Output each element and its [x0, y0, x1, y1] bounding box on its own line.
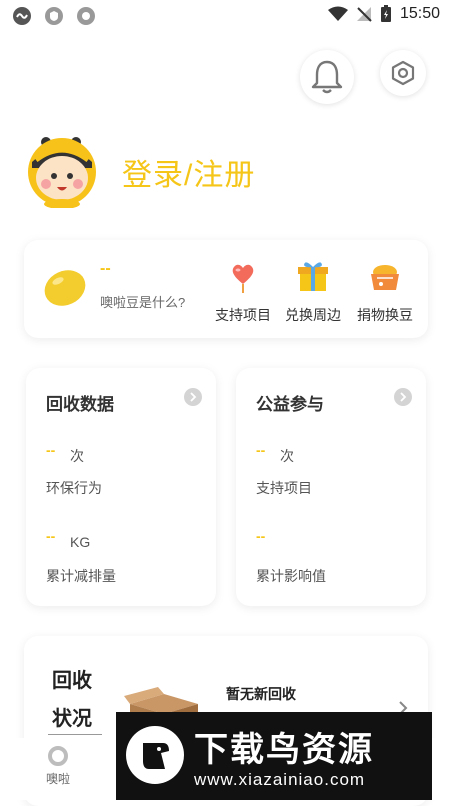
- status-bar-notifications: [12, 6, 96, 26]
- watermark-banner: 下载鸟资源 www.xiazainiao.com: [116, 712, 432, 800]
- notifications-button[interactable]: [300, 50, 354, 104]
- status-bar: 15:50: [0, 0, 450, 32]
- avatar[interactable]: [26, 132, 98, 209]
- recycle-data-detail-button[interactable]: [184, 388, 202, 406]
- recycle-data-card[interactable]: 回收数据 -- 次 环保行为 -- KG 累计减排量: [26, 368, 216, 606]
- donate-for-beans-button[interactable]: 捐物换豆: [352, 258, 418, 325]
- chevron-right-icon: [400, 392, 407, 402]
- watermark-text: 下载鸟资源: [194, 731, 374, 769]
- heart-balloon-icon: [232, 264, 254, 293]
- impact-value: --: [256, 528, 266, 544]
- divider: [48, 734, 102, 735]
- action-label: 兑换周边: [285, 307, 341, 323]
- card-title: 回收数据: [46, 395, 114, 414]
- shield-notification-icon: [44, 6, 64, 26]
- bean-info-link[interactable]: 噢啦豆是什么?: [100, 292, 185, 311]
- login-register-link[interactable]: 登录/注册: [122, 150, 255, 194]
- home-ring-icon: [48, 746, 68, 766]
- action-label: 支持项目: [215, 307, 271, 323]
- hexagon-settings-icon: [391, 60, 415, 86]
- watermark-url: www.xiazainiao.com: [194, 770, 366, 789]
- impact-label: 累计影响值: [256, 568, 326, 584]
- weight-value: --: [46, 528, 56, 544]
- count-value: --: [46, 442, 56, 458]
- gift-box-icon: [298, 262, 328, 291]
- status-title-line1: 回收: [52, 670, 92, 692]
- charity-card[interactable]: 公益参与 -- 次 支持项目 -- 累计影响值: [236, 368, 426, 606]
- bean-balance: --: [100, 260, 111, 277]
- bell-icon: [311, 60, 343, 94]
- wifi-icon: [327, 6, 348, 21]
- settings-button[interactable]: [380, 50, 426, 96]
- bean-card: -- 噢啦豆是什么? 支持项目 兑换周边 捐物换豆: [24, 240, 428, 338]
- bean-icon: [44, 270, 86, 306]
- clock: 15:50: [399, 5, 440, 22]
- bird-logo-icon: [126, 726, 184, 784]
- card-title: 公益参与: [256, 395, 324, 414]
- chrome-notification-icon: [76, 6, 96, 26]
- battery-icon: [380, 5, 391, 22]
- no-signal-icon: [356, 7, 372, 22]
- charity-detail-button[interactable]: [394, 388, 412, 406]
- action-label: 捐物换豆: [357, 307, 413, 323]
- basket-icon: [371, 265, 399, 290]
- count-unit: 次: [70, 448, 84, 464]
- weight-label: 累计减排量: [46, 568, 116, 584]
- status-bar-system: 15:50: [327, 5, 440, 23]
- count-label: 环保行为: [46, 480, 102, 496]
- count-value: --: [256, 442, 266, 458]
- nav-label: 噢啦: [45, 772, 70, 786]
- redeem-merch-button[interactable]: 兑换周边: [280, 258, 346, 325]
- status-title-line2: 状况: [52, 708, 92, 730]
- count-unit: 次: [280, 448, 294, 464]
- empty-state-text: 暂无新回收: [226, 686, 296, 702]
- chevron-right-icon: [190, 392, 197, 402]
- nav-home-tab[interactable]: 噢啦: [40, 746, 76, 787]
- weight-unit: KG: [70, 534, 91, 550]
- support-project-button[interactable]: 支持项目: [210, 258, 276, 325]
- app-notification-icon: [12, 6, 32, 26]
- count-label: 支持项目: [256, 480, 312, 496]
